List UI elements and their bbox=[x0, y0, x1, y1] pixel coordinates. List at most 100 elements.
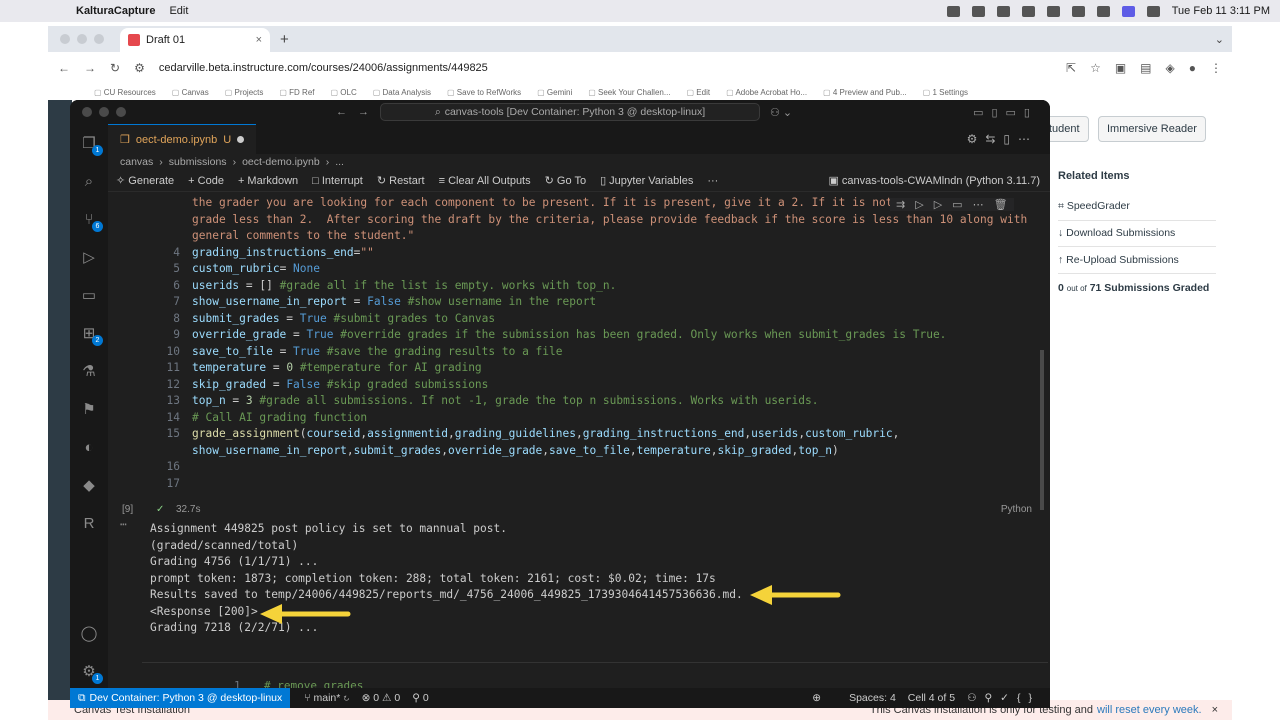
close-window-icon[interactable] bbox=[82, 107, 92, 117]
command-center-search[interactable]: ⌕ canvas-tools [Dev Container: Python 3 … bbox=[380, 103, 760, 121]
new-tab-icon[interactable]: + bbox=[280, 31, 289, 48]
accounts-icon[interactable]: ◯ bbox=[79, 624, 99, 644]
tray-icon[interactable] bbox=[1021, 5, 1035, 17]
restart-button[interactable]: ↻ Restart bbox=[377, 174, 425, 187]
cell-position[interactable]: Cell 4 of 5 bbox=[908, 692, 955, 704]
bookmark-star-icon[interactable]: ☆ bbox=[1090, 61, 1101, 75]
bookmark-item[interactable]: Edit bbox=[687, 88, 710, 97]
tab-notebook[interactable]: ❒ oect-demo.ipynb U bbox=[108, 124, 257, 154]
search-icon[interactable] bbox=[1096, 5, 1110, 17]
tray-icon[interactable] bbox=[1046, 5, 1060, 17]
bookmark-item[interactable]: 4 Preview and Pub... bbox=[823, 88, 907, 97]
execute-above-icon[interactable]: ▷ bbox=[915, 198, 923, 211]
tray-icon[interactable] bbox=[946, 5, 960, 17]
remote-indicator[interactable]: ⧉ Dev Container: Python 3 @ desktop-linu… bbox=[70, 688, 291, 708]
battery-icon[interactable] bbox=[1146, 5, 1160, 17]
install-icon[interactable]: ⇱ bbox=[1066, 61, 1076, 75]
scrollbar[interactable] bbox=[1040, 350, 1044, 510]
address-bar[interactable]: cedarville.beta.instructure.com/courses/… bbox=[159, 62, 488, 74]
extensions-puzzle-icon[interactable]: ◈ bbox=[1166, 61, 1175, 75]
extensions-icon[interactable]: ⊞ 2 bbox=[79, 324, 103, 346]
bookmark-item[interactable]: Data Analysis bbox=[373, 88, 431, 97]
git-branch[interactable]: ⑂ main* ↻ bbox=[304, 692, 349, 704]
goto-button[interactable]: ↻ Go To bbox=[545, 174, 586, 187]
edge-tools-icon[interactable]: ◐ bbox=[79, 438, 99, 458]
maximize-window-icon[interactable] bbox=[94, 34, 104, 44]
unsaved-dot-icon[interactable] bbox=[237, 136, 245, 143]
run-debug-icon[interactable]: ▷ bbox=[79, 248, 99, 268]
banner-link[interactable]: will reset every week. bbox=[1097, 704, 1202, 716]
bookmark-item[interactable]: Gemini bbox=[537, 88, 572, 97]
close-banner-icon[interactable]: × bbox=[1212, 704, 1218, 716]
kernel-picker[interactable]: ▣ canvas-tools-CWAMlndn (Python 3.11.7) bbox=[828, 174, 1040, 187]
cloud-icon[interactable] bbox=[996, 5, 1010, 17]
bookmarks-icon[interactable]: ⚑ bbox=[79, 400, 99, 420]
delete-cell-icon[interactable]: 🗑 bbox=[994, 198, 1008, 211]
reupload-submissions-link[interactable]: ↑ Re-Upload Submissions bbox=[1058, 254, 1216, 274]
clear-outputs-button[interactable]: ≡ Clear All Outputs bbox=[439, 175, 531, 187]
testing-icon[interactable]: ⚗ bbox=[79, 362, 99, 382]
explorer-icon[interactable]: ❐ 1 bbox=[79, 134, 103, 156]
bookmark-item[interactable]: Projects bbox=[225, 88, 263, 97]
split-cell-icon[interactable]: ▭ bbox=[952, 198, 962, 211]
menubar-edit[interactable]: Edit bbox=[169, 5, 188, 17]
download-submissions-link[interactable]: ↓ Download Submissions bbox=[1058, 227, 1216, 247]
extension-icon[interactable]: ▣ bbox=[1115, 61, 1126, 75]
manage-gear-icon[interactable]: ⚙ 1 bbox=[79, 662, 103, 684]
bookmark-item[interactable]: Seek Your Challen... bbox=[588, 88, 671, 97]
reload-icon[interactable]: ↻ bbox=[110, 61, 120, 75]
bookmark-item[interactable]: Save to RefWorks bbox=[447, 88, 521, 97]
execute-below-icon[interactable]: ▷ bbox=[934, 198, 942, 211]
back-icon[interactable]: ← bbox=[58, 61, 70, 75]
generate-button[interactable]: ✧ Generate bbox=[116, 174, 174, 187]
profile-avatar[interactable]: ● bbox=[1189, 61, 1196, 75]
jupyter-variables-button[interactable]: ▯ Jupyter Variables bbox=[600, 174, 693, 187]
copilot-icon[interactable]: ⚇ ⌄ bbox=[770, 106, 792, 119]
bookmark-item[interactable]: OLC bbox=[331, 88, 356, 97]
bookmark-item[interactable]: 1 Settings bbox=[923, 88, 968, 97]
wifi-icon[interactable] bbox=[1071, 5, 1085, 17]
close-window-icon[interactable] bbox=[60, 34, 70, 44]
add-code-button[interactable]: + Code bbox=[188, 175, 224, 187]
menubar-datetime[interactable]: Tue Feb 11 3:11 PM bbox=[1172, 5, 1270, 17]
layout-controls-icon[interactable]: ▭▯▭▯ bbox=[973, 106, 1038, 119]
speedgrader-link[interactable]: ⌗ SpeedGrader bbox=[1058, 200, 1216, 221]
close-tab-icon[interactable]: × bbox=[256, 34, 262, 46]
bookmark-item[interactable]: Canvas bbox=[172, 88, 209, 97]
site-info-icon[interactable]: ⚙ bbox=[134, 61, 145, 75]
add-markdown-button[interactable]: + Markdown bbox=[238, 175, 298, 187]
tab-search-icon[interactable]: ⌄ bbox=[1215, 33, 1224, 46]
status-icons[interactable]: ⚇⚲✓{} bbox=[967, 692, 1040, 704]
bookmark-item[interactable]: FD Ref bbox=[279, 88, 314, 97]
browser-tab[interactable]: Draft 01 × bbox=[120, 28, 270, 52]
more-icon[interactable]: ⋯ bbox=[973, 198, 984, 211]
search-icon[interactable]: ⌕ bbox=[79, 172, 99, 192]
zoom-icon[interactable]: ⊕ bbox=[812, 692, 821, 704]
ports-indicator[interactable]: ⚲ 0 bbox=[412, 692, 428, 704]
screen-record-icon[interactable] bbox=[1121, 5, 1135, 17]
minimize-window-icon[interactable] bbox=[77, 34, 87, 44]
more-actions-button[interactable]: ··· bbox=[707, 175, 718, 187]
maximize-window-icon[interactable] bbox=[116, 107, 126, 117]
bookmark-item[interactable]: Adobe Acrobat Ho... bbox=[726, 88, 807, 97]
run-by-line-icon[interactable]: ⇉ bbox=[896, 198, 905, 211]
remote-explorer-icon[interactable]: ▭ bbox=[79, 286, 99, 306]
forward-icon[interactable]: → bbox=[84, 61, 96, 75]
menubar-app-name[interactable]: KalturaCapture bbox=[76, 5, 155, 17]
immersive-reader-button[interactable]: Immersive Reader bbox=[1098, 116, 1206, 142]
chrome-menu-icon[interactable]: ⋮ bbox=[1210, 61, 1222, 75]
indentation-indicator[interactable]: Spaces: 4 bbox=[849, 692, 896, 704]
interrupt-button[interactable]: □ Interrupt bbox=[312, 175, 363, 187]
nav-back-icon[interactable]: ← bbox=[336, 106, 347, 118]
problems-indicator[interactable]: ⊗ 0 ⚠ 0 bbox=[362, 692, 401, 704]
extension-icon[interactable]: ▤ bbox=[1140, 61, 1151, 75]
bookmark-item[interactable]: CU Resources bbox=[94, 88, 156, 97]
minimize-window-icon[interactable] bbox=[99, 107, 109, 117]
source-control-icon[interactable]: ⑂ 6 bbox=[79, 210, 103, 232]
tray-icon[interactable] bbox=[971, 5, 985, 17]
editor-actions-icon[interactable]: ⚙⇆▯⋯ bbox=[967, 132, 1038, 146]
output-actions-icon[interactable]: ⋯ bbox=[120, 518, 127, 531]
r-icon[interactable]: R bbox=[79, 514, 99, 534]
nav-forward-icon[interactable]: → bbox=[358, 106, 369, 118]
python-icon[interactable]: ◆ bbox=[79, 476, 99, 496]
